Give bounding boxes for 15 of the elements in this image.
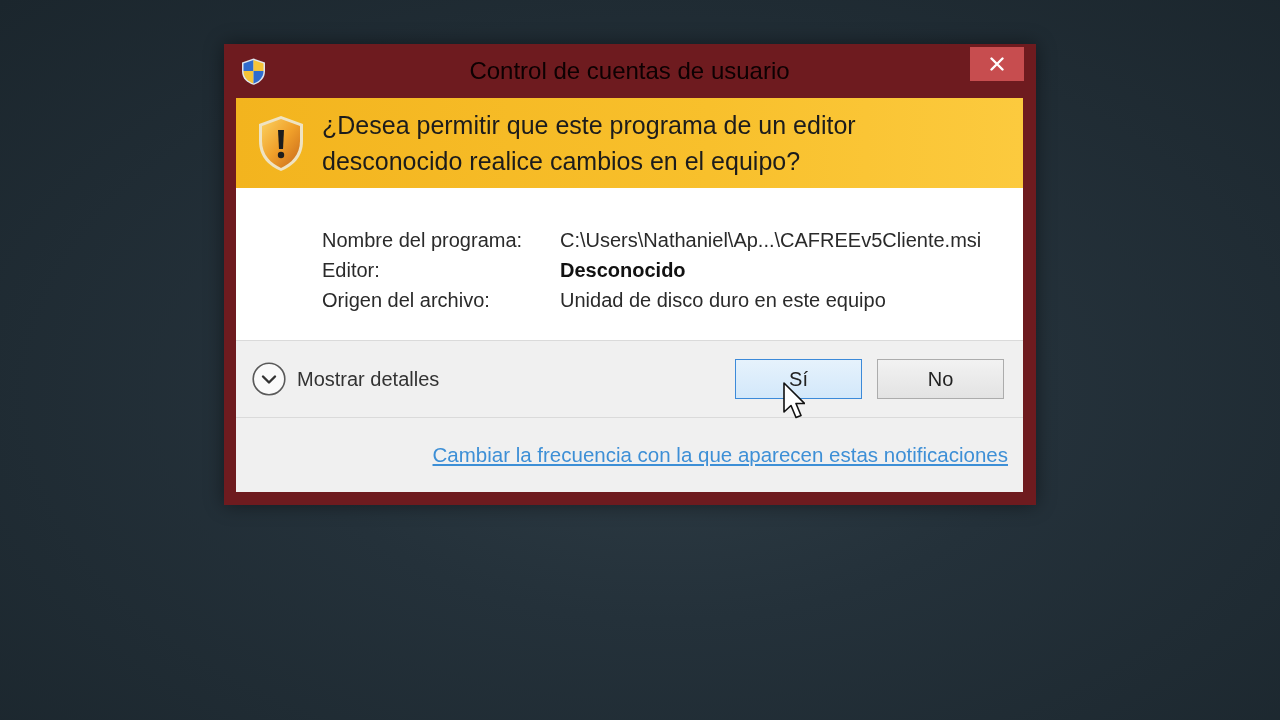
detail-value: Unidad de disco duro en este equipo [560,288,887,312]
close-icon [990,57,1004,71]
detail-label: Nombre del programa: [322,228,524,252]
warning-shield-icon [258,114,304,172]
shield-icon [241,57,266,85]
close-button[interactable] [970,47,1024,81]
prompt-question: ¿Desea permitir que este programa de un editor desconocido realice cambios en el equipo? [322,110,857,177]
show-details-button[interactable]: Mostrar detalles [252,362,440,396]
detail-value: C:\Users\Nathaniel\Ap...\CAFREEv5Cliente.msi [560,228,983,252]
window-title: Control de cuentas de usuario [469,57,790,85]
detail-label: Origen del archivo: [322,288,491,312]
detail-value: Desconocido [560,258,687,282]
dialog-button[interactable]: Sí [735,359,862,399]
dialog-button[interactable]: No [877,359,1004,399]
detail-label: Editor: [322,258,381,282]
